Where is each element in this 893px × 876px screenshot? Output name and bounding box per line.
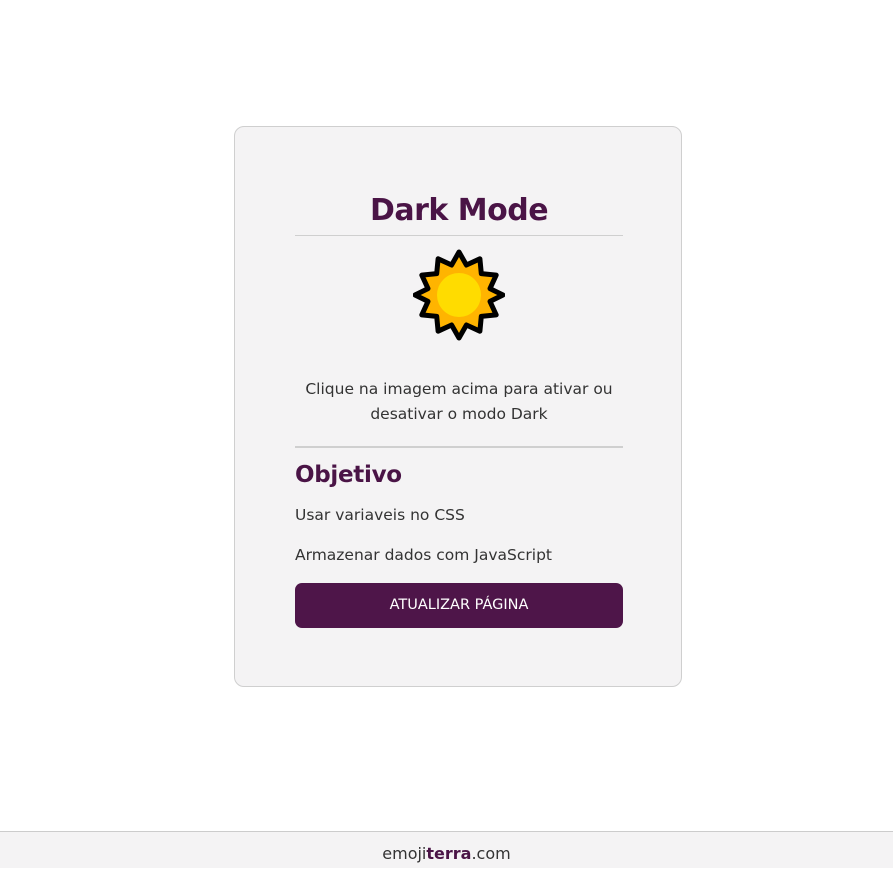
dark-mode-card: Dark Mode Clique na imagem acima para at… bbox=[234, 126, 682, 687]
sun-icon bbox=[413, 249, 505, 341]
brand-suffix: .com bbox=[471, 844, 511, 863]
goal-item: Usar variaveis no CSS bbox=[295, 506, 465, 524]
footer-brand-link[interactable]: emojiterra.com bbox=[382, 844, 510, 863]
sun-core bbox=[437, 273, 481, 317]
objective-heading: Objetivo bbox=[295, 462, 402, 488]
brand-bold: terra bbox=[426, 844, 472, 863]
refresh-page-button[interactable]: ATUALIZAR PÁGINA bbox=[295, 583, 623, 628]
dark-mode-toggle[interactable] bbox=[413, 249, 505, 341]
goal-item: Armazenar dados com JavaScript bbox=[295, 546, 552, 564]
footer-bar: emojiterra.com bbox=[0, 831, 893, 868]
title-divider bbox=[295, 235, 623, 236]
instruction-text: Clique na imagem acima para ativar ou de… bbox=[305, 380, 613, 423]
section-divider bbox=[295, 446, 623, 448]
page-title: Dark Mode bbox=[369, 193, 549, 228]
brand-prefix: emoji bbox=[382, 844, 427, 863]
